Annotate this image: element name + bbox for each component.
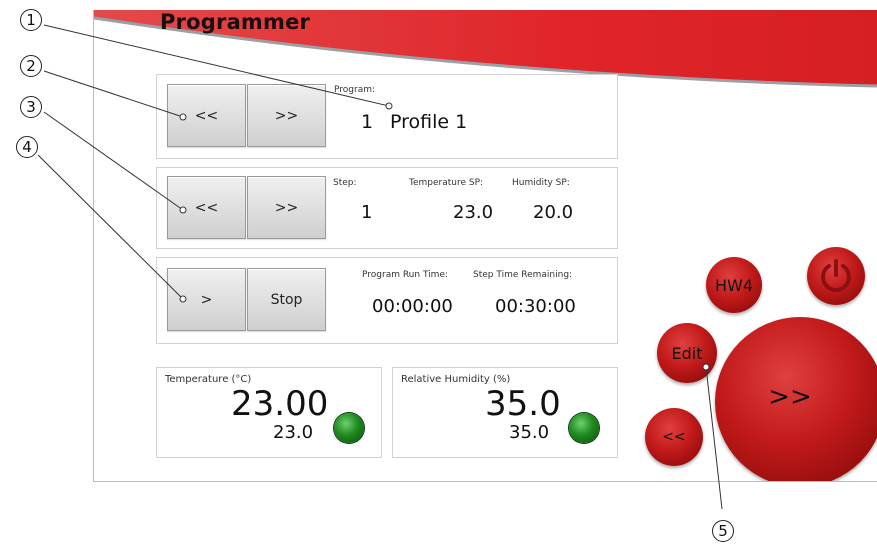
step-remaining-label: Step Time Remaining: xyxy=(473,270,573,280)
step-next-button[interactable]: >> xyxy=(247,176,326,239)
humidity-sp-label: Humidity SP: xyxy=(512,178,570,188)
humidity-status-led xyxy=(569,413,599,443)
page-title: Programmer xyxy=(160,10,311,34)
back-button[interactable]: << xyxy=(645,408,703,466)
run-time-value: 00:00:00 xyxy=(372,296,453,317)
programmer-screen: Programmer << >> Program: 1 Profile 1 <<… xyxy=(93,10,877,482)
temperature-sp-label: Temperature SP: xyxy=(409,178,484,188)
temperature-value: 23.00 xyxy=(231,384,329,424)
humidity-sp-value: 20.0 xyxy=(533,202,574,223)
temperature-sp-value: 23.0 xyxy=(453,202,494,223)
run-panel: > Stop Program Run Time: 00:00:00 Step T… xyxy=(156,257,618,344)
edit-button[interactable]: Edit xyxy=(657,323,717,383)
humidity-setpoint: 35.0 xyxy=(509,422,550,443)
forward-button[interactable]: >> xyxy=(715,317,877,481)
step-label: Step: xyxy=(333,178,357,188)
forward-label: >> xyxy=(768,382,812,412)
program-label: Program: xyxy=(334,85,376,95)
program-next-button[interactable]: >> xyxy=(247,84,326,147)
temperature-setpoint: 23.0 xyxy=(273,422,314,443)
step-value: 1 xyxy=(361,202,373,223)
hw4-button[interactable]: HW4 xyxy=(706,257,762,313)
stop-button[interactable]: Stop xyxy=(247,268,326,331)
step-prev-button[interactable]: << xyxy=(167,176,246,239)
power-button[interactable] xyxy=(807,247,865,305)
callout-4: 4 xyxy=(16,136,38,158)
program-prev-button[interactable]: << xyxy=(167,84,246,147)
program-name: Profile 1 xyxy=(390,111,468,133)
run-button[interactable]: > xyxy=(167,268,246,331)
temperature-status-led xyxy=(334,413,364,443)
program-panel: << >> Program: 1 Profile 1 xyxy=(156,74,618,159)
callout-2: 2 xyxy=(20,55,42,77)
step-remaining-value: 00:30:00 xyxy=(495,296,576,317)
program-number: 1 xyxy=(361,111,374,133)
temperature-panel: Temperature (°C) 23.00 23.0 xyxy=(156,367,382,458)
power-icon xyxy=(821,259,851,292)
step-panel: << >> Step: 1 Temperature SP: 23.0 Humid… xyxy=(156,167,618,249)
humidity-panel: Relative Humidity (%) 35.0 35.0 xyxy=(392,367,618,458)
callout-5: 5 xyxy=(712,520,734,542)
humidity-value: 35.0 xyxy=(485,384,561,424)
callout-3: 3 xyxy=(20,96,42,118)
callout-1: 1 xyxy=(20,9,42,31)
run-time-label: Program Run Time: xyxy=(362,270,449,280)
